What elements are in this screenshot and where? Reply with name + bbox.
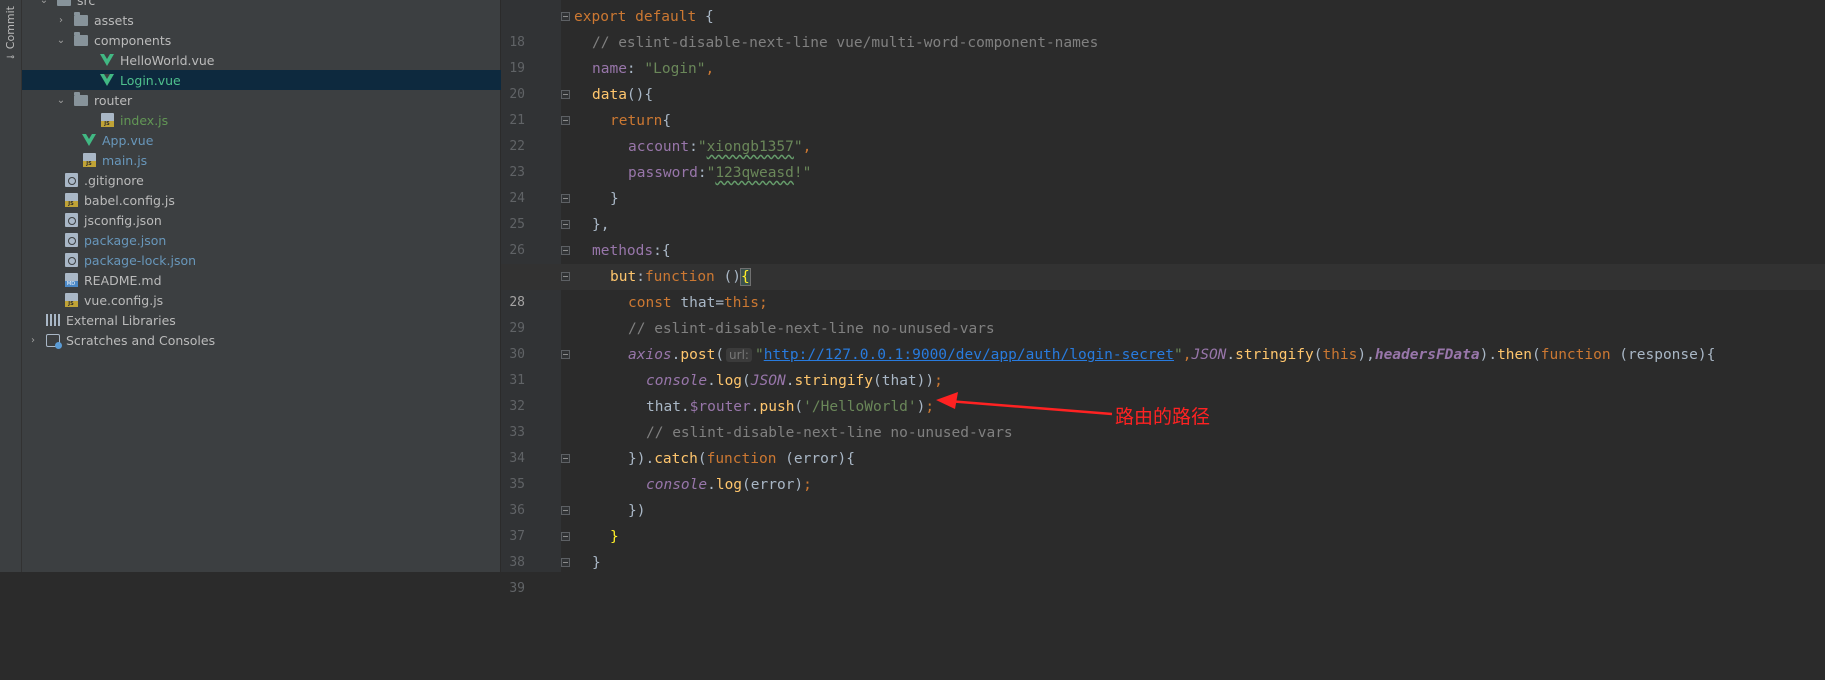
line-number: 39	[509, 581, 525, 596]
annotation-label: 路由的路径	[1115, 406, 1211, 428]
annotation-arrow	[936, 392, 1113, 416]
